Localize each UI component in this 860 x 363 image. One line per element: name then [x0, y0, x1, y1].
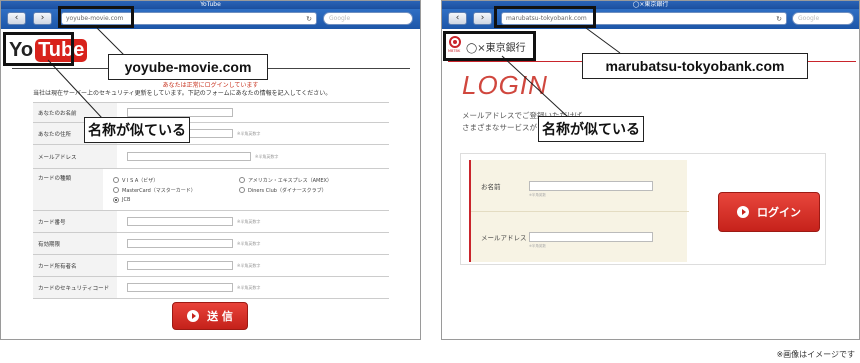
callout-similar-name-left: 名称が似ている: [84, 117, 190, 143]
form-label: メールアドレス: [33, 145, 117, 168]
card-holder-input[interactable]: [127, 261, 233, 270]
radio-amex[interactable]: アメリカン・エキスプレス（AMEX）: [239, 177, 379, 184]
input-hint: ※半角英数字: [255, 153, 279, 159]
name-label: お名前: [481, 182, 501, 191]
login-row-email: メールアドレス ※半角英数: [471, 211, 689, 262]
login-button[interactable]: ログイン: [718, 192, 820, 232]
callout-similar-name-right: 名称が似ている: [538, 116, 644, 142]
play-arrow-icon: [737, 206, 749, 218]
name-input[interactable]: [529, 180, 653, 191]
right-search-field[interactable]: Google: [792, 12, 854, 25]
form-row-card-holder: カード所有者名 ※半角英数字: [33, 255, 389, 277]
image-disclaimer: ※画像はイメージです: [776, 350, 855, 359]
input-hint: ※半角英数字: [237, 284, 261, 290]
callout-fake-domain-right: marubatsu-tokyobank.com: [582, 53, 808, 79]
form-row-email: メールアドレス ※半角英数字: [33, 145, 389, 169]
input-hint: ※半角英数字: [237, 262, 261, 268]
back-icon[interactable]: ‹: [7, 12, 26, 25]
submit-button[interactable]: 送 信: [172, 302, 248, 330]
input-hint: ※半角英数: [529, 244, 546, 248]
radio-dot-icon: [239, 187, 245, 193]
form-row-card-type: カードの種類 V I S A（ビザ） アメリカン・エキスプレス（AMEX） Ma…: [33, 169, 389, 211]
input-hint: ※半角英数字: [237, 218, 261, 224]
reload-icon[interactable]: ↻: [776, 13, 782, 25]
card-number-input[interactable]: [127, 217, 233, 226]
radio-dot-icon: [239, 177, 245, 183]
form-label: 有効期限: [33, 233, 117, 254]
card-type-radios: V I S A（ビザ） アメリカン・エキスプレス（AMEX） MasterCar…: [113, 174, 379, 206]
radio-mastercard[interactable]: MasterCard（マスターカード）: [113, 187, 239, 194]
radio-dot-icon: [113, 187, 119, 193]
input-hint: ※半角英数: [529, 192, 546, 197]
reload-icon[interactable]: ↻: [306, 13, 312, 25]
login-fields: お名前 ※半角英数 メールアドレス ※半角英数: [469, 160, 689, 262]
form-instructions: 当社は現在サーバー上のセキュリティ更新をしています。下記のフォームにあなたの情報…: [33, 90, 332, 97]
email-input[interactable]: [127, 152, 251, 161]
form-label: カードのセキュリティコード: [33, 277, 117, 298]
login-row-name: お名前 ※半角英数: [471, 160, 689, 211]
input-hint: ※半角英数字: [237, 240, 261, 246]
login-title: LOGIN: [462, 70, 548, 100]
left-logo-highlight: [3, 32, 74, 66]
expiry-input[interactable]: [127, 239, 233, 248]
callout-fake-domain-left: yoyube-movie.com: [108, 54, 268, 80]
forward-icon[interactable]: ›: [33, 12, 52, 25]
security-code-input[interactable]: [127, 283, 233, 292]
form-label: カードの種類: [33, 169, 103, 210]
left-search-field[interactable]: Google: [323, 12, 413, 25]
email-label: メールアドレス: [481, 234, 527, 242]
radio-visa[interactable]: V I S A（ビザ）: [113, 177, 239, 184]
email-input[interactable]: [529, 232, 653, 242]
submit-button-label: 送 信: [207, 310, 233, 323]
right-logo-highlight: [443, 31, 536, 61]
forward-icon[interactable]: ›: [473, 12, 492, 25]
input-hint: ※半角英数字: [237, 130, 261, 136]
radio-diners[interactable]: Diners Club（ダイナースクラブ）: [239, 187, 379, 194]
back-icon[interactable]: ‹: [448, 12, 467, 25]
left-url-highlight: [58, 6, 134, 28]
name-input[interactable]: [127, 108, 233, 117]
radio-jcb[interactable]: JCB: [113, 196, 239, 203]
right-url-highlight: [494, 6, 596, 28]
radio-selected-icon: [113, 196, 119, 203]
form-row-security-code: カードのセキュリティコード ※半角英数字: [33, 277, 389, 299]
form-row-card-number: カード番号 ※半角英数字: [33, 211, 389, 233]
login-button-label: ログイン: [757, 206, 801, 219]
form-label: カード所有者名: [33, 255, 117, 276]
form-row-expiry: 有効期限 ※半角英数字: [33, 233, 389, 255]
radio-dot-icon: [113, 177, 119, 183]
form-label: カード番号: [33, 211, 117, 232]
play-arrow-icon: [187, 310, 200, 322]
